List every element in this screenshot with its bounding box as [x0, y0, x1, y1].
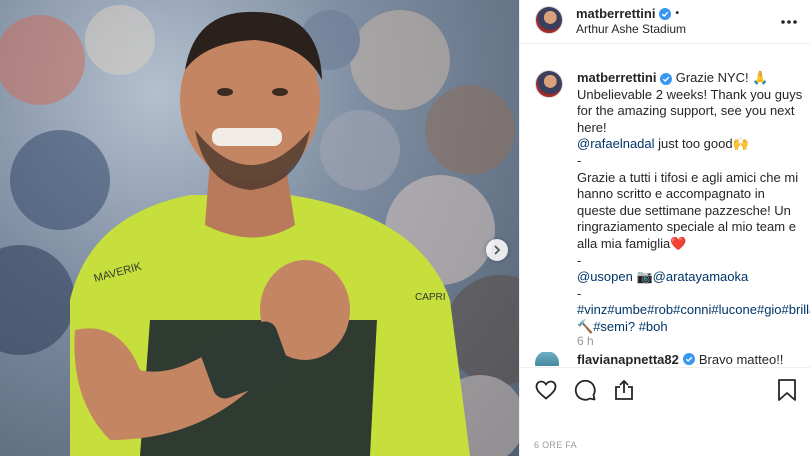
- hashtags[interactable]: #vinz#umbe#rob#conni#lucone#gio#brilla#s…: [577, 302, 810, 317]
- chevron-right-icon: [494, 245, 501, 255]
- verified-badge-icon: [682, 353, 695, 365]
- commenter-avatar[interactable]: [535, 352, 559, 366]
- caption-dash-3: -: [577, 285, 582, 301]
- more-options-icon[interactable]: [779, 12, 799, 32]
- post-photo[interactable]: MAVERIK CAPRI: [0, 0, 519, 456]
- mention-usopen[interactable]: @usopen: [577, 269, 633, 284]
- caption-line-4: Grazie a tutti i tifosi e agli amici che…: [577, 169, 802, 251]
- author-avatar[interactable]: [535, 6, 563, 34]
- hammer-emoji: 🔨: [577, 318, 594, 334]
- hashtags-2[interactable]: #semi? #boh: [593, 319, 667, 334]
- camera-emoji: 📷: [632, 269, 653, 285]
- author-line: matberrettini •: [576, 6, 679, 22]
- commenter-username[interactable]: flavianapnetta82: [577, 352, 679, 366]
- bookmark-icon[interactable]: [776, 378, 798, 402]
- verified-badge-icon: [660, 72, 673, 85]
- caption-line-1: Grazie NYC! 🙏: [672, 70, 769, 85]
- post-date: 6 ORE FA: [534, 440, 577, 450]
- post-sidebar: matberrettini • Arthur Ashe Stadium matb…: [519, 0, 810, 456]
- caption-line-3: just too good🙌: [654, 136, 749, 152]
- caption-line-2: Unbelievable 2 weeks! Thank you guys for…: [577, 86, 806, 135]
- caption-dash-1: -: [577, 152, 582, 168]
- caption-dash-2: -: [577, 252, 582, 268]
- mention-rafaelnadal[interactable]: @rafaelnadal: [577, 136, 655, 151]
- caption-timestamp: 6 h: [577, 334, 594, 348]
- share-icon[interactable]: [612, 378, 636, 402]
- svg-text:CAPRI: CAPRI: [415, 292, 446, 303]
- caption-text: matberrettini Grazie NYC! 🙏 Unbelievable…: [577, 70, 810, 336]
- verified-badge-icon: [659, 8, 672, 20]
- author-username[interactable]: matberrettini: [576, 6, 655, 22]
- comment-icon[interactable]: [573, 378, 597, 402]
- comment-row: flavianapnetta82 Bravo matteo!!: [535, 352, 783, 366]
- post-image: MAVERIK CAPRI: [0, 5, 519, 456]
- heart-icon[interactable]: [534, 378, 558, 402]
- comment-text: Bravo matteo!!: [698, 352, 784, 366]
- caption-section: matberrettini Grazie NYC! 🙏 Unbelievable…: [520, 60, 810, 360]
- post-location[interactable]: Arthur Ashe Stadium: [576, 22, 686, 36]
- separator-dot: •: [675, 8, 679, 19]
- caption-username[interactable]: matberrettini: [577, 70, 656, 85]
- action-bar: [520, 367, 810, 413]
- mention-aratayamaoka[interactable]: @aratayamaoka: [653, 269, 749, 284]
- caption-author-avatar[interactable]: [535, 70, 563, 98]
- post-header: matberrettini • Arthur Ashe Stadium: [520, 0, 810, 44]
- next-image-button[interactable]: [486, 239, 508, 261]
